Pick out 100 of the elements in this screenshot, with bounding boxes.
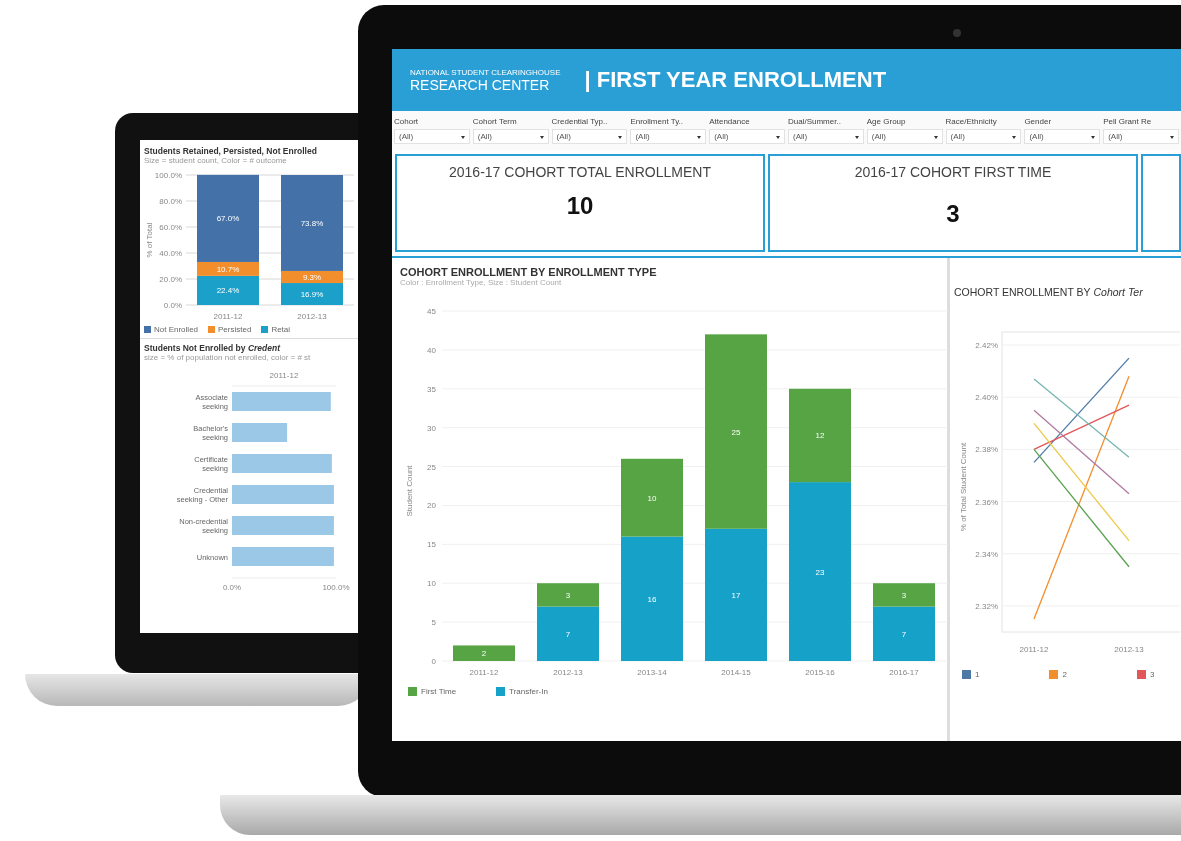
data-label: 12 — [815, 431, 825, 441]
tick-label: 2015-16 — [805, 668, 835, 677]
tick-label: 2.36% — [975, 497, 998, 507]
dashboard-title: | FIRST YEAR ENROLLMENT — [584, 67, 887, 93]
bar-segment — [453, 645, 515, 661]
tick-label: 2012-13 — [297, 312, 327, 321]
data-label: 25 — [731, 427, 741, 437]
data-label: 67.0% — [216, 214, 240, 224]
legend-swatch — [208, 326, 216, 333]
tick-label: 2011-12 — [213, 312, 243, 321]
chart-subtitle: size = % of population not enrolled, color = # st — [144, 353, 312, 362]
caret-icon — [1169, 136, 1174, 139]
tick-label: 45 — [427, 307, 436, 316]
filter-dropdown[interactable]: (All) — [945, 129, 1022, 144]
data-label: 7 — [565, 629, 571, 639]
filter-dropdown[interactable]: (All) — [472, 129, 549, 144]
data-label: 2 — [481, 649, 487, 659]
legend-swatch — [261, 326, 269, 333]
camera-dot — [953, 29, 961, 37]
tick-label: 35 — [427, 384, 436, 394]
tick-label: 15 — [427, 540, 436, 550]
legend-label: Not Enrolled — [154, 325, 199, 334]
caret-icon — [1012, 136, 1017, 139]
legend-swatch — [408, 687, 417, 696]
chart-title: Students Retained, Persisted, Not Enrolled — [144, 146, 318, 156]
data-label: 16 — [647, 594, 657, 604]
tick-label: 2016-17 — [889, 668, 919, 677]
axis-label: % of Total Student Count — [959, 442, 968, 532]
tick-label: 2014-15 — [721, 668, 751, 677]
caret-icon — [776, 136, 780, 139]
filter-label: Cohort — [394, 117, 419, 126]
filter-dropdown[interactable]: (All) — [551, 129, 628, 144]
filter-label: Dual/Summer.. — [788, 117, 842, 126]
tick-label: 40.0% — [159, 249, 182, 258]
legend-label: 2 — [1062, 670, 1067, 679]
data-label: 73.8% — [300, 218, 324, 228]
filter-label: Gender — [1024, 117, 1053, 126]
tick-label: 2011-12 — [1019, 645, 1049, 654]
logo-text: RESEARCH CENTER — [410, 76, 551, 93]
legend-label: Transfer-In — [509, 687, 548, 696]
tick-label: 2.32% — [975, 601, 998, 611]
data-label: 17 — [731, 590, 741, 600]
filter-dropdown[interactable]: (All) — [1103, 129, 1179, 144]
tick-label: 20 — [427, 501, 436, 511]
filter-label: Enrollment Ty.. — [630, 117, 684, 126]
caret-icon — [618, 136, 623, 139]
chart-subtitle: Size = student count, Color = # outcome — [144, 156, 288, 165]
tick-label: 2013-14 — [637, 668, 667, 677]
tick-label: 10 — [427, 579, 436, 589]
tick-label: 2.40% — [975, 393, 998, 403]
kpi-title: 2016-17 COHORT FIRST TIME — [854, 164, 1052, 180]
filter-label: Race/Ethnicity — [945, 117, 998, 126]
data-label: 16.9% — [300, 290, 324, 299]
tick-label: 30 — [427, 423, 436, 433]
tick-label: 2.42% — [975, 341, 998, 351]
tick-label: 2.38% — [975, 445, 998, 455]
legend-swatch — [1049, 670, 1059, 679]
filter-label: Cohort Term — [472, 117, 518, 126]
tick-label: 0 — [431, 657, 436, 666]
caret-icon — [933, 136, 938, 139]
kpi-value: 3 — [946, 200, 960, 228]
filter-dropdown[interactable]: (All) — [866, 129, 943, 144]
tick-label: 2.34% — [975, 549, 998, 559]
caret-icon — [1091, 136, 1096, 139]
filter-dropdown[interactable]: (All) — [1024, 129, 1101, 144]
data-label: 22.4% — [216, 286, 240, 296]
tick-label: 60.0% — [159, 223, 182, 232]
tick-label: 0.0% — [222, 583, 242, 592]
legend-label: Retai — [271, 325, 291, 334]
legend-label: First Time — [421, 687, 457, 696]
data-label: 3 — [901, 590, 907, 600]
filter-label: Attendance — [709, 117, 751, 126]
legend-label: 3 — [1149, 670, 1155, 679]
caret-icon — [460, 136, 465, 139]
legend-swatch — [496, 687, 506, 696]
legend-label: Persisted — [218, 325, 252, 334]
filter-dropdown[interactable]: (All) — [394, 129, 470, 144]
tick-label: 80.0% — [159, 197, 182, 206]
data-label: 23 — [815, 567, 825, 577]
axis-label: Student Count — [405, 465, 414, 517]
legend-swatch — [144, 326, 151, 333]
tick-label: 0.0% — [163, 301, 182, 310]
data-label: 7 — [901, 629, 907, 639]
tick-label: 25 — [427, 462, 436, 472]
tick-label: 5 — [431, 618, 436, 628]
column-header: 2011-12 — [269, 371, 299, 380]
filter-dropdown[interactable]: (All) — [630, 129, 707, 144]
tick-label: 100.0% — [322, 583, 350, 592]
caret-icon — [854, 136, 859, 139]
data-label: 9.3% — [302, 273, 322, 282]
filter-dropdown[interactable]: (All) — [788, 129, 864, 144]
data-label: 10.7% — [216, 264, 240, 274]
data-label: 3 — [565, 590, 571, 600]
tick-label: 40 — [427, 345, 436, 355]
filter-dropdown[interactable]: (All) — [709, 129, 785, 144]
data-label: 10 — [647, 493, 657, 503]
caret-icon — [539, 136, 544, 139]
chart-title: Students Not Enrolled by Credent — [144, 343, 282, 353]
kpi-title: 2016-17 COHORT TOTAL ENROLLMENT — [449, 164, 711, 180]
chart-title: COHORT ENROLLMENT BY ENROLLMENT TYPE — [400, 266, 658, 278]
